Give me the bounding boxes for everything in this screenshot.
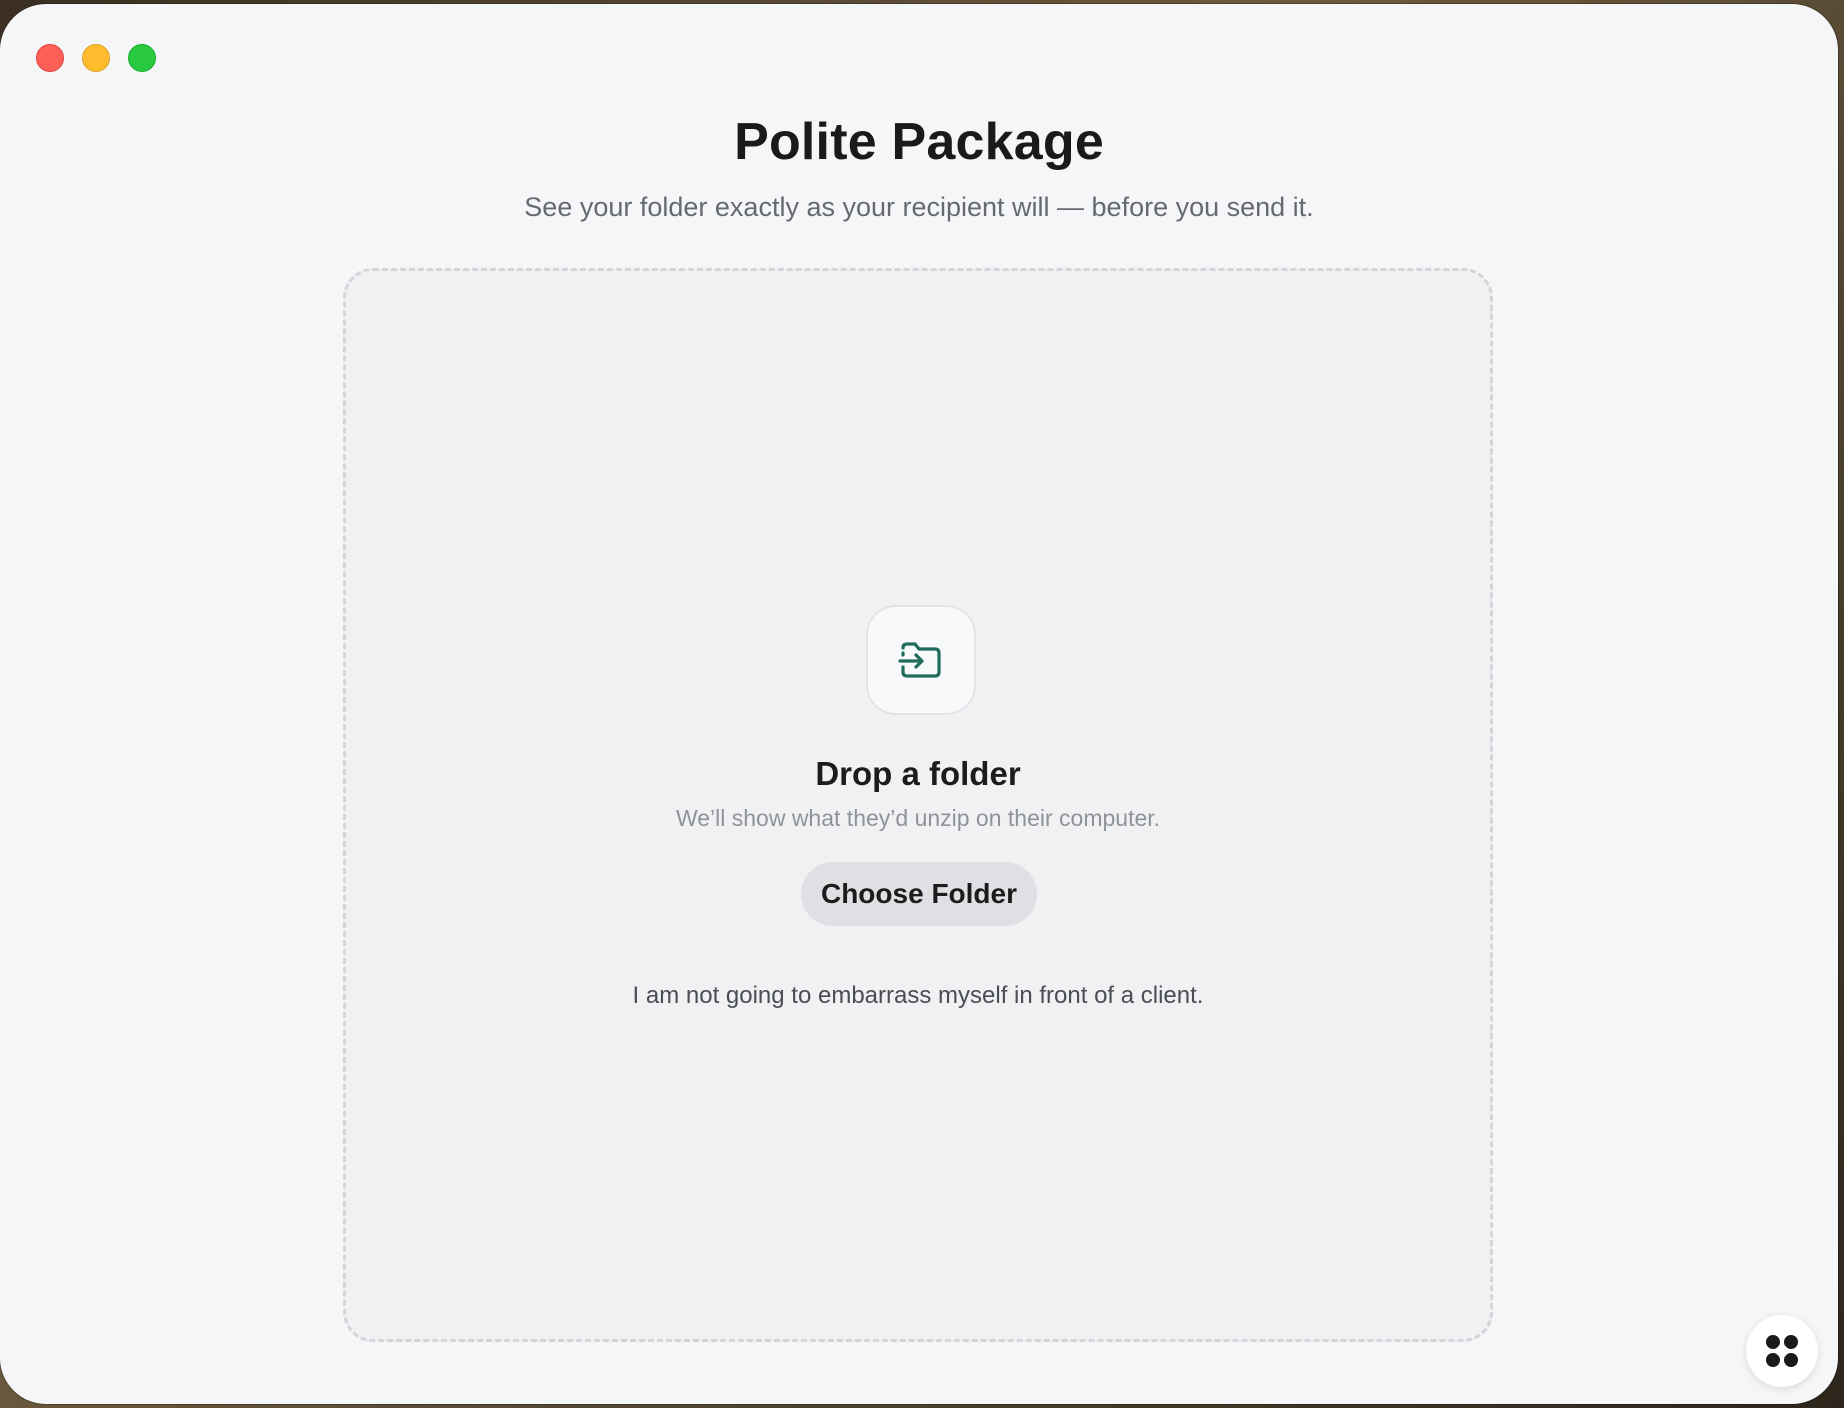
minimize-window-button[interactable] xyxy=(82,44,110,72)
link-icon xyxy=(1766,1335,1798,1367)
drop-zone-title: Drop a folder xyxy=(815,755,1021,792)
page-title: Polite Package xyxy=(734,113,1104,171)
corner-action-button[interactable] xyxy=(1746,1315,1818,1387)
close-window-button[interactable] xyxy=(36,44,64,72)
app-window: Polite Package See your folder exactly a… xyxy=(0,4,1838,1404)
traffic-lights xyxy=(36,44,156,72)
folder-icon-container xyxy=(866,605,976,715)
tagline-text: I am not going to embarrass myself in fr… xyxy=(632,982,1204,1009)
page-subtitle: See your folder exactly as your recipien… xyxy=(524,192,1314,222)
desktop-background: Polite Package See your folder exactly a… xyxy=(0,0,1844,1408)
folder-drop-zone[interactable]: Drop a folder We’ll show what they’d unz… xyxy=(343,268,1493,1342)
drop-zone-hint: We’ll show what they’d unzip on their co… xyxy=(675,805,1161,831)
choose-folder-button[interactable]: Choose Folder xyxy=(801,862,1037,926)
zoom-window-button[interactable] xyxy=(128,44,156,72)
folder-import-icon xyxy=(898,642,941,678)
